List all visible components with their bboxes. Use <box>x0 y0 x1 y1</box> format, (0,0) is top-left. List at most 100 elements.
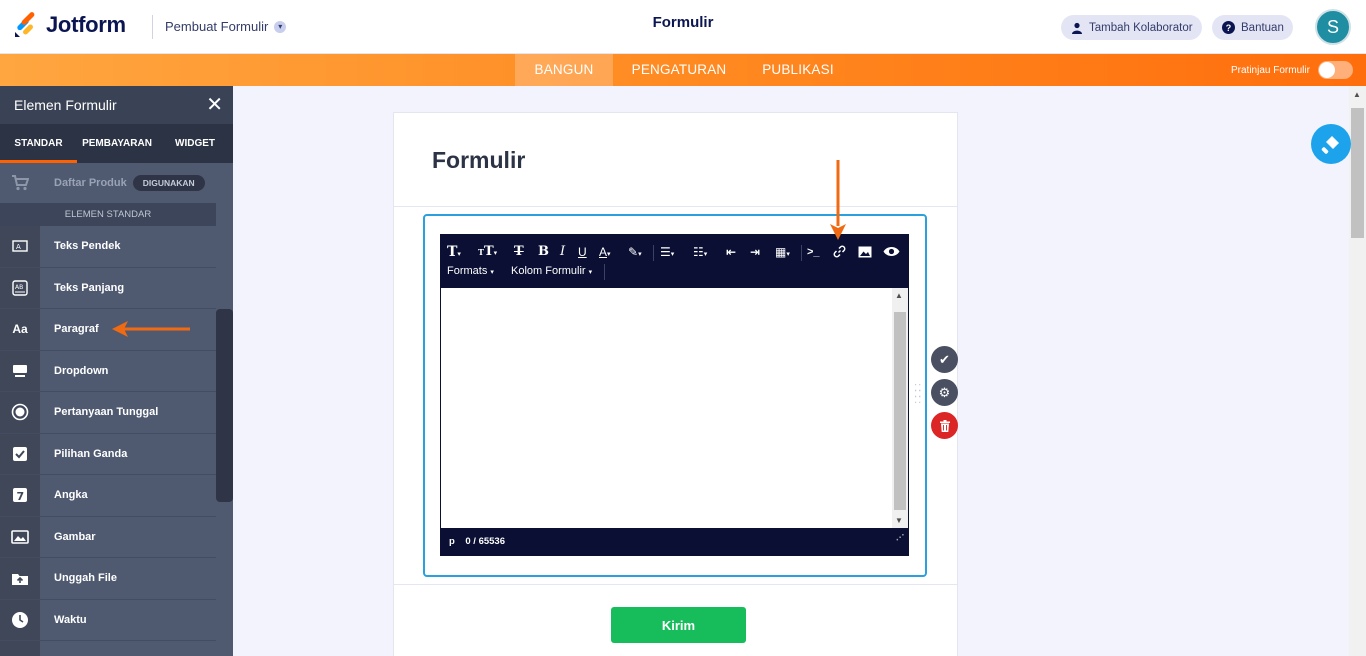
element-single-choice[interactable]: Pertanyaan Tunggal <box>0 392 216 434</box>
gear-icon[interactable]: ⚙ <box>931 379 958 406</box>
toggle-knob <box>1319 62 1335 78</box>
element-label: Teks Pendek <box>54 240 121 253</box>
tab-payment[interactable]: PEMBAYARAN <box>77 124 157 163</box>
preview-form-label: Pratinjau Formulir <box>1231 65 1310 76</box>
element-label: Teks Panjang <box>54 281 125 294</box>
code-icon[interactable]: >_ <box>807 245 820 259</box>
check-icon[interactable]: ✔ <box>931 346 958 373</box>
element-number[interactable]: 7 Angka <box>0 475 216 517</box>
panel-scrollbar[interactable] <box>216 309 233 656</box>
chevron-down-icon: ▾ <box>274 20 287 33</box>
image-icon <box>0 516 40 557</box>
element-time[interactable]: Waktu <box>0 599 216 641</box>
insert-image-icon[interactable] <box>858 246 872 261</box>
jotform-logo-icon <box>15 12 35 37</box>
bold-icon[interactable]: B <box>538 245 549 259</box>
tab-publish[interactable]: PUBLIKASI <box>752 54 844 86</box>
element-label: Pertanyaan Tunggal <box>54 406 159 419</box>
builder-menu-label: Pembuat Formulir <box>165 19 269 34</box>
submit-button[interactable]: Kirim <box>611 607 746 643</box>
element-long-text[interactable]: AB Teks Panjang <box>0 267 216 309</box>
element-dropdown[interactable]: Dropdown <box>0 350 216 392</box>
help-button[interactable]: ? Bantuan <box>1212 15 1293 40</box>
eye-icon[interactable] <box>883 246 900 260</box>
element-file-upload[interactable]: Unggah File <box>0 558 216 600</box>
divider <box>394 584 957 585</box>
product-list-element[interactable]: Daftar Produk DIGUNAKAN <box>0 163 216 203</box>
highlight-icon[interactable]: ✎▾ <box>628 245 642 262</box>
toolbar-separator <box>801 245 802 261</box>
trash-icon[interactable] <box>931 412 958 439</box>
text-color-icon[interactable]: A▾ <box>599 245 611 262</box>
tab-build[interactable]: BANGUN <box>515 54 613 86</box>
add-collaborator-button[interactable]: Tambah Kolaborator <box>1061 15 1202 40</box>
svg-text:AB: AB <box>15 284 23 291</box>
scroll-up-icon[interactable]: ▲ <box>895 291 903 300</box>
tab-settings[interactable]: PENGATURAN <box>620 54 738 86</box>
short-text-icon: A <box>0 226 40 267</box>
help-label: Bantuan <box>1241 21 1284 34</box>
editor-scrollbar[interactable]: ▲ ▼ <box>892 288 908 528</box>
form-designer-button[interactable] <box>1311 124 1351 164</box>
scroll-up-icon[interactable]: ▲ <box>1353 90 1361 99</box>
form-fields-menu[interactable]: Kolom Formulir ▾ <box>511 264 592 280</box>
toolbar-separator <box>604 264 605 280</box>
section-label: ELEMEN STANDAR <box>0 203 216 226</box>
builder-nav-bar: BANGUN PENGATURAN PUBLIKASI Pratinjau Fo… <box>0 54 1366 86</box>
add-collaborator-label: Tambah Kolaborator <box>1089 21 1193 34</box>
checkbox-icon <box>0 433 40 474</box>
preview-form-toggle[interactable] <box>1318 61 1353 79</box>
font-size-icon[interactable]: TT▾ <box>478 245 497 260</box>
tab-standard[interactable]: STANDAR <box>0 124 77 163</box>
page-scrollbar[interactable]: ▲ <box>1349 86 1366 656</box>
editor-status-bar: p 0 / 65536 ⋰ <box>441 528 908 556</box>
form-fields-menu-label: Kolom Formulir <box>511 265 586 277</box>
italic-icon[interactable]: I <box>560 245 565 259</box>
formats-menu-label: Formats <box>447 265 488 277</box>
jotform-wordmark: Jotform <box>46 12 126 37</box>
form-elements-panel: Elemen Formulir ✕ STANDAR PEMBAYARAN WID… <box>0 86 233 656</box>
panel-title: Elemen Formulir <box>14 97 117 113</box>
indent-icon[interactable]: ⇥ <box>750 245 760 259</box>
formats-menu[interactable]: Formats ▾ <box>447 264 494 280</box>
element-label: Gambar <box>54 530 96 543</box>
resize-grip-icon[interactable]: ⋰ <box>896 524 904 552</box>
clock-icon <box>0 599 40 640</box>
radio-icon <box>0 392 40 433</box>
divider <box>394 206 957 207</box>
underline-icon[interactable]: U <box>578 245 587 259</box>
editor-content-area[interactable]: ▲ ▼ <box>441 288 908 528</box>
element-short-text[interactable]: A Teks Pendek <box>0 226 216 268</box>
panel-tabs: STANDAR PEMBAYARAN WIDGET <box>0 124 233 163</box>
header-divider <box>152 15 153 39</box>
clear-format-icon[interactable]: T <box>514 245 524 259</box>
paragraph-icon: Aa <box>0 309 40 350</box>
element-image[interactable]: Gambar <box>0 516 216 558</box>
drag-handle-icon[interactable]: ⁚⁚ ⁚⁚ ⁚⁚ <box>914 384 922 406</box>
product-list-label: Daftar Produk <box>54 177 127 189</box>
jotform-logo[interactable]: Jotform <box>14 12 126 38</box>
form-title[interactable]: Formulir <box>432 147 525 174</box>
outdent-icon[interactable]: ⇤ <box>726 245 736 259</box>
element-label: Paragraf <box>54 323 99 336</box>
status-tag: p <box>449 536 455 547</box>
help-icon: ? <box>1222 21 1235 34</box>
char-count: 0 / 65536 <box>465 536 505 547</box>
element-next[interactable] <box>0 641 216 656</box>
close-icon[interactable]: ✕ <box>206 95 223 115</box>
scrollbar-thumb[interactable] <box>216 309 233 502</box>
font-family-icon[interactable]: T▾ <box>447 245 461 261</box>
element-multiple-choice[interactable]: Pilihan Ganda <box>0 433 216 475</box>
annotation-arrow-left <box>112 321 190 337</box>
link-icon[interactable] <box>833 245 846 261</box>
bullet-list-icon[interactable]: ☷▾ <box>693 245 707 262</box>
align-icon[interactable]: ☰▾ <box>660 245 674 262</box>
builder-menu[interactable]: Pembuat Formulir ▾ <box>165 19 287 34</box>
avatar[interactable]: S <box>1315 9 1351 45</box>
scrollbar-thumb[interactable] <box>1351 108 1364 238</box>
tab-widget[interactable]: WIDGET <box>157 124 233 163</box>
user-icon <box>1072 22 1082 34</box>
table-icon[interactable]: ▦▾ <box>775 245 790 262</box>
scrollbar-thumb[interactable] <box>894 312 906 510</box>
svg-text:A: A <box>16 243 21 251</box>
